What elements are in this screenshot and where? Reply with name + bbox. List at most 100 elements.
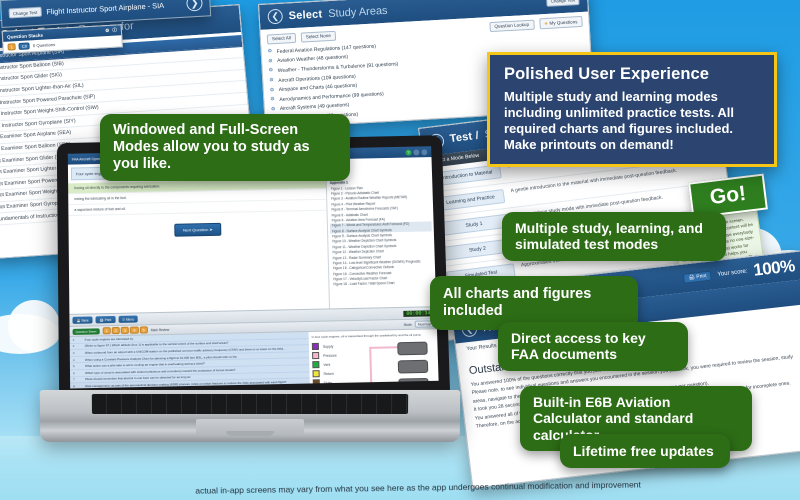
- printer-icon: 🖨: [688, 274, 696, 282]
- print-button-2[interactable]: 🖨 Print: [95, 315, 116, 324]
- gear-icon[interactable]: ⚙: [270, 87, 275, 93]
- legend-label: Pressure: [323, 353, 337, 358]
- select-all-button[interactable]: Select All: [266, 32, 297, 45]
- laptop-screen[interactable]: FAA Aircraft Operations ? Four cycle eng…: [67, 146, 439, 389]
- mode-label: Mode: [403, 322, 412, 327]
- close-icon[interactable]: [421, 148, 428, 155]
- save-label: Save: [81, 318, 89, 323]
- polished-body: Multiple study and learning modes includ…: [504, 89, 734, 153]
- question-stacks-title: Question Stacks: [6, 32, 44, 40]
- question-number: 7: [73, 377, 75, 382]
- stack-number-button[interactable]: 1: [7, 43, 17, 51]
- laptop-mockup: FAA Aircraft Operations ? Four cycle eng…: [39, 135, 461, 468]
- engine-block-1: [397, 341, 428, 356]
- chevron-left-icon[interactable]: ❮: [267, 8, 284, 25]
- test-title-bar: Change Test Flight Instructor Sport Airp…: [0, 0, 212, 28]
- print-label-2: Print: [104, 317, 112, 322]
- question-index-list[interactable]: 1 Four cycle engines are lubricated by 2 (R…: [69, 332, 311, 389]
- diagram-caption: In four cycle engines, oil is transmitte…: [311, 332, 422, 339]
- print-label: Print: [696, 273, 707, 281]
- stack-count-label: 0 Questions: [32, 41, 56, 49]
- figure-list[interactable]: Figure 1 - Lesson Plan Figure 2 - Pseudo-…: [329, 184, 434, 288]
- question-summary: Four cycle engines are lubricated by: [84, 336, 134, 342]
- question-pane: Four cycle engines are lubricated by ✦ f…: [67, 159, 331, 314]
- question-number: 6: [73, 370, 75, 376]
- callout-windowed-modes: Windowed and Full-Screen Modes allow you…: [100, 114, 350, 181]
- stack-button-2[interactable]: 2: [111, 326, 120, 335]
- timer-display: 00:00:34: [403, 309, 434, 317]
- laptop-keyboard: [91, 393, 409, 415]
- polished-title: Polished User Experience: [504, 65, 710, 83]
- engine-block-2: [397, 359, 429, 374]
- gear-icon[interactable]: ⚙: [269, 77, 274, 83]
- my-questions-label: My Questions: [549, 18, 578, 26]
- score-label: Your score:: [717, 268, 748, 278]
- gear-icon[interactable]: ⚙: [271, 106, 276, 112]
- legend-label: Supply: [322, 344, 334, 349]
- print-button[interactable]: 🖨 Print: [683, 270, 713, 284]
- callout-study-modes: Multiple study, learning, and simulated …: [502, 212, 726, 261]
- arrow-right-icon: ➤: [209, 226, 213, 233]
- change-test-button[interactable]: Change Test: [546, 0, 580, 7]
- callout-lifetime-updates: Lifetime free updates: [560, 434, 730, 469]
- study-areas-title: Select: [288, 7, 323, 22]
- save-icon: 💾: [76, 318, 81, 323]
- question-number: 4: [72, 357, 75, 362]
- legend-swatch: [312, 370, 320, 378]
- gear-icon[interactable]: ⚙: [105, 28, 109, 34]
- stack-clear-button[interactable]: Clr: [18, 42, 31, 51]
- stack-button-1[interactable]: 1: [102, 327, 111, 335]
- select-none-button[interactable]: Select None: [300, 30, 337, 43]
- question-mark-icon[interactable]: ?: [405, 149, 412, 156]
- next-question-label: Next Question: [182, 227, 209, 233]
- answer-list[interactable]: forcing oil directly to the components r…: [68, 178, 327, 217]
- mark-review-label[interactable]: Mark Review: [151, 327, 170, 331]
- study-areas-subtitle: Study Areas: [327, 4, 388, 20]
- stack-button-4[interactable]: 4: [130, 326, 139, 334]
- oil-system-diagram: In four cycle engines, oil is transmitte…: [308, 329, 439, 389]
- legend-swatch: [311, 342, 320, 351]
- gear-icon[interactable]: ⚙: [269, 68, 274, 74]
- next-question-button[interactable]: Next Question ➤: [173, 222, 222, 237]
- question-number: 1: [72, 337, 75, 342]
- laptop-base: [39, 389, 461, 442]
- legend-label: Vent: [323, 362, 331, 367]
- label-oil-pressure-gauge: Oil pressure gauge: [315, 387, 346, 389]
- menu-button[interactable]: ☰ Menu: [118, 315, 139, 323]
- question-number: 3: [72, 351, 75, 356]
- change-test-button-2[interactable]: Change Test: [8, 6, 42, 19]
- legend-swatch: [312, 351, 320, 360]
- gear-icon[interactable]: ⚙: [270, 96, 275, 102]
- stack-button-3[interactable]: 3: [120, 326, 130, 334]
- question-summary: When turning onto a taxiway from another…: [85, 388, 222, 389]
- save-button[interactable]: 💾 Save: [72, 316, 93, 324]
- gear-icon[interactable]: ⚙: [268, 49, 273, 55]
- score-value: 100%: [752, 256, 796, 280]
- question-lookup-button[interactable]: Question Lookup: [489, 19, 535, 32]
- info-icon[interactable]: ⓘ: [112, 28, 117, 34]
- gear-icon[interactable]: ⚙: [268, 58, 273, 64]
- minimize-icon[interactable]: [413, 148, 420, 155]
- question-sheet-button[interactable]: Question Sheet: [72, 327, 100, 335]
- callout-faa-documents: Direct access to key FAA documents: [498, 322, 688, 371]
- promo-screenshot: ❮ Select Test to Prepare for Flight Inst…: [0, 0, 800, 500]
- question-number: 8: [73, 384, 75, 389]
- legend-swatch: [312, 361, 320, 369]
- question-number: 5: [72, 364, 75, 369]
- chevron-right-icon[interactable]: ❯: [186, 0, 203, 12]
- menu-label: Menu: [126, 317, 135, 322]
- legend-label: Drain: [323, 380, 333, 385]
- current-test-name: Flight Instructor Sport Airplane - SIA: [46, 0, 165, 16]
- star-icon: ★: [543, 20, 549, 26]
- legend-swatch: [312, 379, 320, 387]
- engine-block-3: [398, 377, 429, 389]
- question-number: 2: [72, 344, 75, 349]
- results-tab[interactable]: Your Results: [466, 343, 497, 352]
- app-lower-area: 1 Four cycle engines are lubricated by 2 (R…: [69, 328, 439, 389]
- my-questions-button[interactable]: ★ My Questions: [538, 15, 583, 30]
- polished-experience-box: Polished User Experience Multiple study …: [487, 52, 777, 167]
- legend-label: Return: [323, 371, 334, 376]
- printer-icon: 🖨: [99, 317, 104, 322]
- laptop-notch: [226, 430, 274, 436]
- stack-button-5[interactable]: 5: [139, 326, 148, 334]
